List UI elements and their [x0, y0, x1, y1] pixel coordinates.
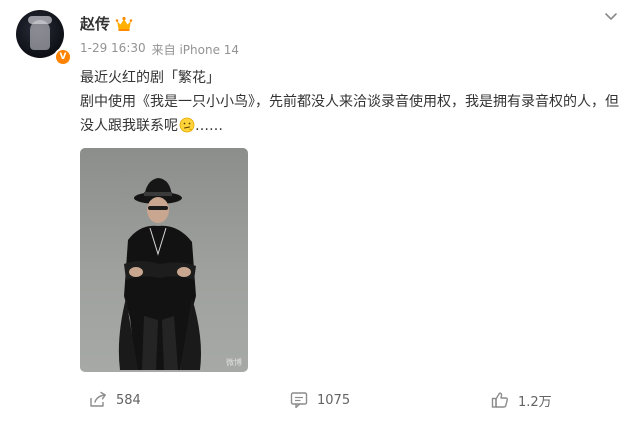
song-title: 《我是一只小小鸟》 [136, 94, 255, 110]
post-ellipsis: …… [195, 118, 223, 134]
repost-button[interactable]: 584 [88, 384, 141, 416]
author-name[interactable]: 赵传 [80, 13, 110, 34]
repost-count: 584 [116, 392, 141, 408]
post-meta: 1-29 16:30 来自 iPhone 14 [80, 41, 239, 58]
share-icon [90, 391, 106, 407]
verified-badge: V [54, 48, 72, 66]
post-source: 来自 iPhone 14 [151, 43, 240, 57]
thinking-face-icon [179, 117, 195, 133]
comment-icon [290, 392, 308, 409]
post-body: 最近火红的剧「繁花」 剧中使用《我是一只小小鸟》，先前都没人来洽谈录音使用权，我… [80, 66, 620, 138]
photo-portrait-illustration [118, 178, 201, 370]
thumbs-up-icon [491, 392, 508, 408]
post-timestamp[interactable]: 1-29 16:30 [80, 41, 146, 58]
photo-watermark: 微博 [226, 358, 242, 367]
comment-count: 1075 [317, 392, 351, 408]
post-line-2: 剧中使用《我是一只小小鸟》，先前都没人来洽谈录音使用权，我是拥有录音权的人，但没… [80, 90, 620, 138]
post-photo[interactable]: 微博 [80, 148, 248, 372]
like-button[interactable]: 1.2万 [490, 384, 552, 416]
action-toolbar: 584 1075 1.2万 [0, 384, 625, 416]
avatar-figure-shape [30, 20, 50, 50]
like-count: 1.2万 [518, 394, 552, 410]
crown-icon [115, 16, 133, 31]
weibo-post-card: V 赵传 1-29 16:30 来自 iPhone 14 最近火红的剧「繁花」 … [0, 0, 625, 423]
post-line-1: 最近火红的剧「繁花」 [80, 70, 220, 86]
post-line-2-prefix: 剧中使用 [80, 94, 136, 110]
chevron-down-icon[interactable] [603, 8, 619, 24]
comment-button[interactable]: 1075 [289, 384, 350, 416]
author-row: 赵传 [80, 13, 133, 34]
